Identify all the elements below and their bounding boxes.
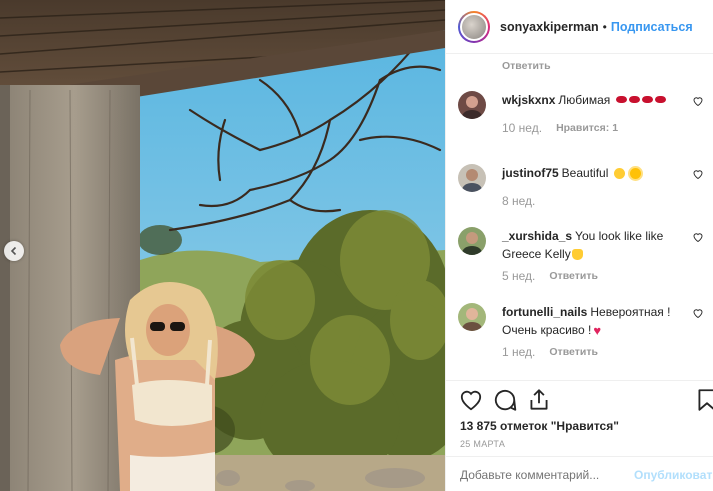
commenter-avatar[interactable] — [458, 164, 486, 192]
comment-input[interactable] — [460, 467, 635, 482]
comment-meta: 1 нед. Ответить — [502, 345, 598, 359]
comment-text: You look like like — [575, 229, 664, 243]
reply-button[interactable]: Ответить — [549, 270, 598, 282]
comment-meta: 5 нед. Ответить — [502, 269, 598, 283]
follow-button[interactable]: Подписаться — [611, 20, 693, 34]
commenter-username[interactable]: justinof75 — [502, 166, 559, 180]
commenter-username[interactable]: fortunelli_nails — [502, 305, 587, 319]
instagram-post-viewer: sonyaxkiperman • Подписаться Ответить wk… — [0, 0, 713, 491]
author-username[interactable]: sonyaxkiperman — [500, 20, 599, 34]
post-header: sonyaxkiperman • Подписаться — [446, 0, 713, 54]
post-side-panel: sonyaxkiperman • Подписаться Ответить wk… — [445, 0, 713, 491]
add-comment-bar: Опубликовать — [446, 456, 713, 491]
comment-time[interactable]: 10 нед. — [502, 121, 542, 135]
comment-time[interactable]: 5 нед. — [502, 269, 535, 283]
comment-time[interactable]: 1 нед. — [502, 345, 535, 359]
smile-sun-emoji-icon — [612, 166, 641, 180]
action-icons-row — [458, 387, 713, 415]
comment-body: fortunelli_nails Невероятная ! Очень крас… — [502, 303, 682, 340]
comment-like-heart-icon[interactable] — [692, 95, 704, 107]
likes-count[interactable]: 13 875 отметок "Нравится" — [460, 419, 619, 433]
comment-likes-count[interactable]: Нравится: 1 — [556, 122, 618, 134]
comment-meta: 8 нед. — [502, 194, 535, 208]
heart-outline-icon[interactable] — [458, 387, 484, 413]
reply-button[interactable]: Ответить — [549, 346, 598, 358]
commenter-avatar[interactable] — [458, 303, 486, 331]
bookmark-icon[interactable] — [694, 387, 713, 413]
comment-body: justinof75 Beautiful — [502, 164, 682, 182]
comment-text: Любимая — [558, 93, 611, 107]
comment-like-heart-icon[interactable] — [692, 307, 704, 319]
comments-list[interactable]: Ответить wkjskxnx Любимая 10 нед. Нравитс… — [446, 55, 713, 380]
post-photo — [0, 0, 445, 491]
commenter-avatar[interactable] — [458, 91, 486, 119]
photo-illustration — [0, 0, 445, 491]
previous-photo-button[interactable] — [4, 241, 24, 261]
comment-text-line2: Очень красиво ! — [502, 323, 592, 337]
comment-like-heart-icon[interactable] — [692, 231, 704, 243]
comment-text-line2: Greece Kelly — [502, 247, 571, 261]
author-avatar[interactable] — [458, 10, 490, 43]
comment-text: Невероятная ! — [590, 305, 671, 319]
commenter-username[interactable]: wkjskxnx — [502, 93, 555, 107]
post-actions-section: 13 875 отметок "Нравится" 25 МАРТА Опубл… — [446, 380, 713, 491]
share-icon[interactable] — [526, 387, 552, 413]
comment-text: Beautiful — [561, 166, 609, 180]
comment-meta: 10 нед. Нравится: 1 — [502, 121, 618, 135]
reply-button[interactable]: Ответить — [502, 60, 551, 72]
comment-body: wkjskxnx Любимая — [502, 91, 682, 109]
lips-emoji-icon — [614, 93, 666, 107]
red-heart-emoji-icon: ♥ — [593, 322, 602, 338]
comment-body: _xurshida_s You look like like Greece Kel… — [502, 227, 682, 263]
publish-comment-button[interactable]: Опубликовать — [634, 468, 713, 482]
separator-dot: • — [602, 19, 607, 34]
comment-time[interactable]: 8 нед. — [502, 194, 535, 208]
commenter-username[interactable]: _xurshida_s — [502, 229, 572, 243]
commenter-avatar[interactable] — [458, 227, 486, 255]
thumbs-up-emoji-icon — [571, 249, 583, 261]
chevron-left-icon — [10, 246, 17, 256]
post-date[interactable]: 25 МАРТА — [460, 439, 505, 449]
comment-like-heart-icon[interactable] — [692, 168, 704, 180]
comment-bubble-icon[interactable] — [492, 387, 518, 413]
